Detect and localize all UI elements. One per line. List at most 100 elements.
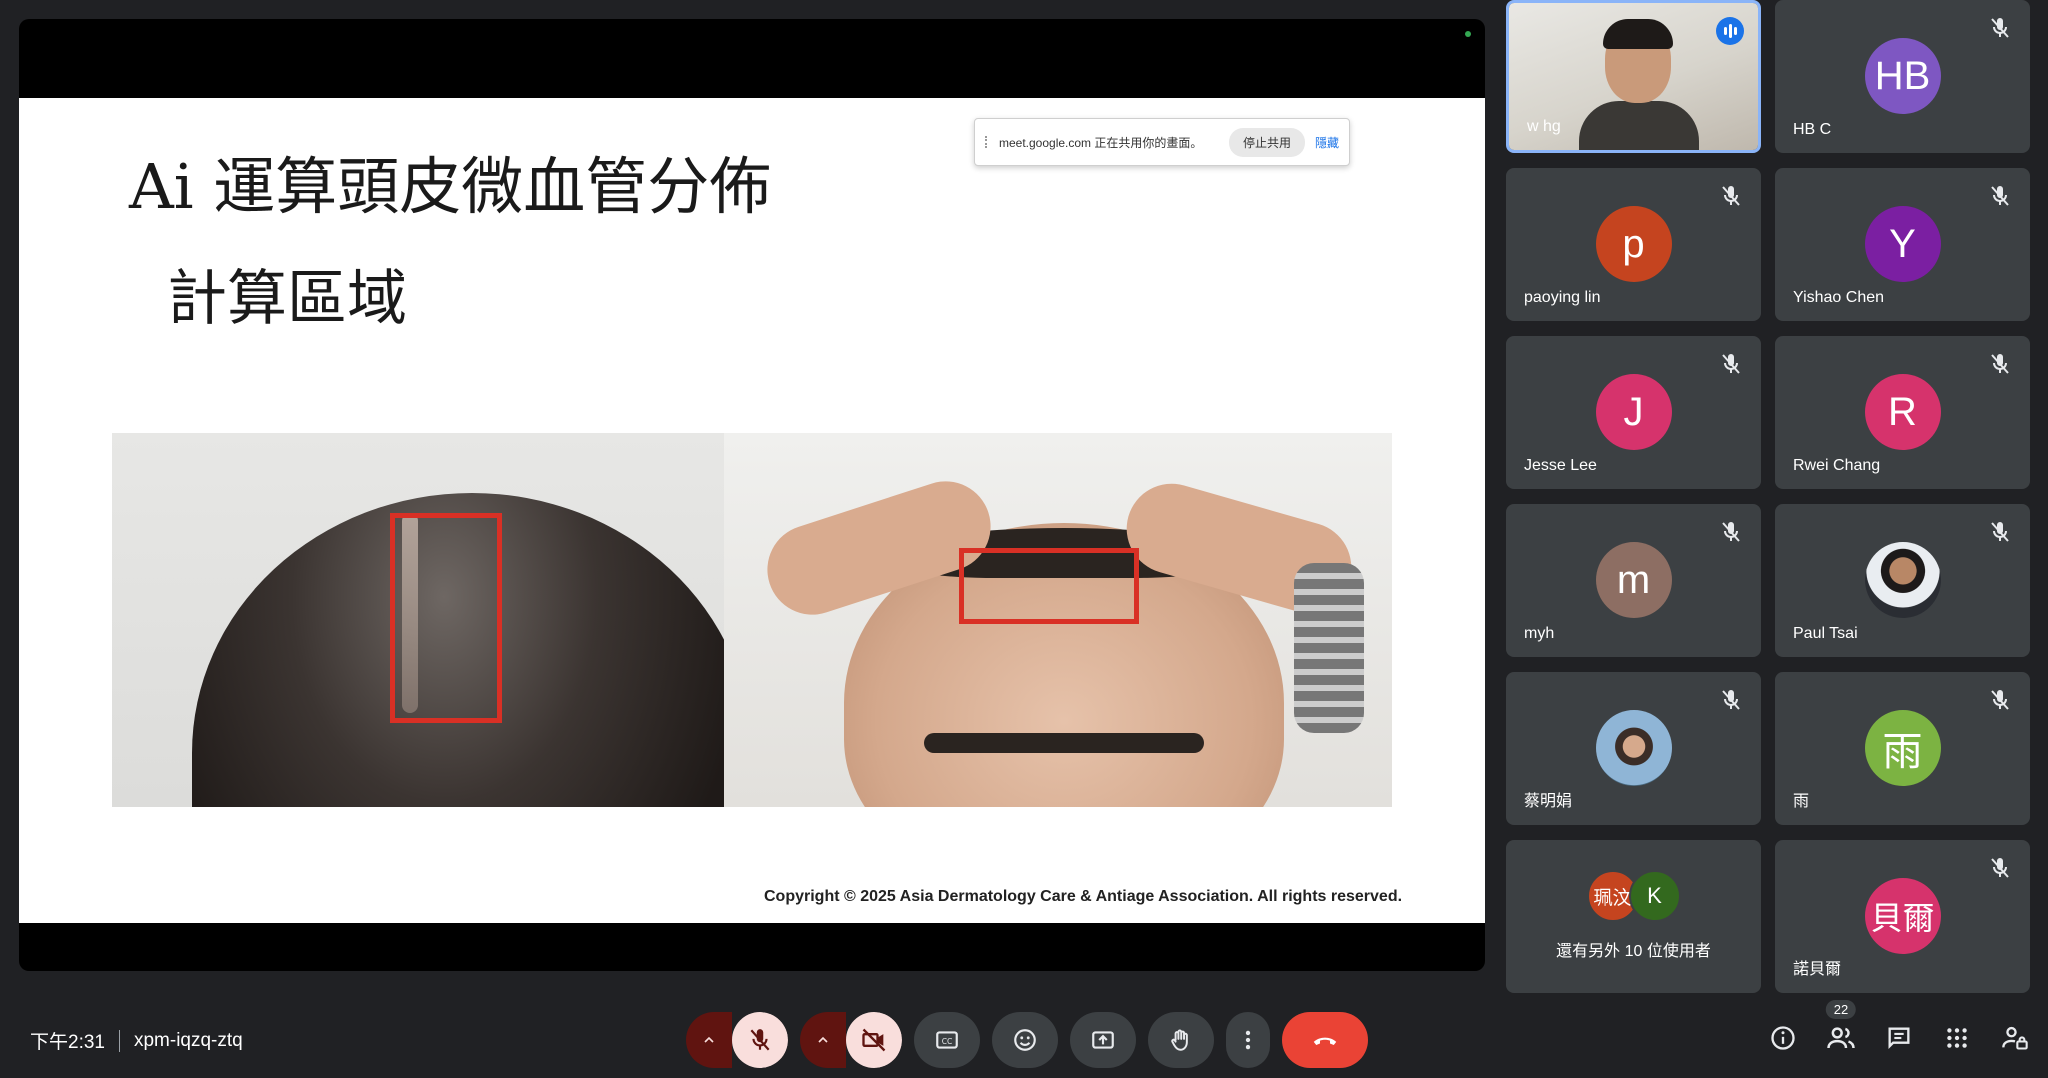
participant-name: Yishao Chen bbox=[1793, 289, 1885, 306]
more-options-button[interactable] bbox=[1226, 1012, 1270, 1068]
people-button[interactable]: 22 bbox=[1824, 1000, 1858, 1060]
participant-name: myh bbox=[1524, 625, 1555, 642]
chevron-up-icon bbox=[818, 1036, 828, 1043]
people-icon bbox=[1827, 1027, 1855, 1049]
more-participants-label: 還有另外 10 位使用者 bbox=[1556, 943, 1711, 960]
more-vert-icon bbox=[1245, 1030, 1251, 1050]
participant-name: 雨 bbox=[1793, 793, 1810, 810]
mic-off-icon bbox=[1991, 690, 2009, 710]
participant-tile[interactable]: Paul Tsai bbox=[1775, 504, 2030, 657]
closed-caption-icon: CC bbox=[936, 1031, 958, 1049]
scalp-top-photo bbox=[112, 433, 724, 807]
participant-tile[interactable]: 雨 雨 bbox=[1775, 672, 2030, 825]
mic-off-icon bbox=[1722, 186, 1740, 206]
avatar: J bbox=[1595, 374, 1672, 450]
participant-tile[interactable]: 蔡明娟 bbox=[1506, 672, 1761, 825]
participant-name: 諾貝爾 bbox=[1793, 961, 1842, 978]
drag-handle-icon[interactable] bbox=[985, 136, 989, 148]
avatar: Y bbox=[1864, 206, 1941, 282]
participant-tile[interactable]: R Rwei Chang bbox=[1775, 336, 2030, 489]
camera-control bbox=[800, 1012, 902, 1068]
forehead-photo bbox=[724, 433, 1392, 807]
present-screen-icon bbox=[1092, 1031, 1114, 1049]
svg-text:CC: CC bbox=[942, 1037, 953, 1046]
more-participants-tile[interactable]: 珮汶 K 還有另外 10 位使用者 bbox=[1506, 840, 1761, 993]
avatar bbox=[1595, 710, 1672, 786]
participant-name: w hg bbox=[1527, 118, 1561, 135]
mic-off-icon bbox=[1991, 858, 2009, 878]
slide-copyright: Copyright © 2025 Asia Dermatology Care &… bbox=[764, 888, 1403, 905]
participant-count-badge: 22 bbox=[1825, 1000, 1857, 1019]
participant-tile[interactable]: p paoying lin bbox=[1506, 168, 1761, 321]
participant-tile[interactable]: HB HB C bbox=[1775, 0, 2030, 153]
emoji-icon bbox=[1014, 1029, 1036, 1051]
mic-control bbox=[686, 1012, 788, 1068]
participant-tile[interactable]: Y Yishao Chen bbox=[1775, 168, 2030, 321]
avatar bbox=[1864, 542, 1941, 618]
info-icon bbox=[1771, 1026, 1795, 1050]
present-now-button[interactable] bbox=[1070, 1012, 1136, 1068]
captions-button[interactable]: CC bbox=[914, 1012, 980, 1068]
participant-name: Paul Tsai bbox=[1793, 625, 1858, 642]
participant-name: HB C bbox=[1793, 121, 1832, 138]
shared-slide: Ai 運算頭皮微血管分佈 計算區域 meet.google.com 正在共用你的… bbox=[19, 98, 1485, 923]
presentation-stage: Ai 運算頭皮微血管分佈 計算區域 meet.google.com 正在共用你的… bbox=[19, 19, 1485, 971]
stop-sharing-button[interactable]: 停止共用 bbox=[1228, 127, 1305, 157]
participant-tile[interactable]: 貝爾 諾貝爾 bbox=[1775, 840, 2030, 993]
lock-person-icon bbox=[2002, 1026, 2028, 1050]
avatar: K bbox=[1628, 870, 1681, 922]
participant-tile[interactable]: J Jesse Lee bbox=[1506, 336, 1761, 489]
participant-name: Rwei Chang bbox=[1793, 457, 1881, 474]
emoji-reaction-button[interactable] bbox=[992, 1012, 1058, 1068]
camera-toggle-button[interactable] bbox=[846, 1012, 902, 1068]
meeting-time: 下午2:31 bbox=[30, 1032, 105, 1053]
mic-off-icon bbox=[1991, 18, 2009, 38]
mini-avatars: 珮汶 K bbox=[1586, 870, 1681, 922]
avatar: HB bbox=[1864, 38, 1941, 114]
meeting-code[interactable]: xpm-iqzq-ztq bbox=[134, 1030, 243, 1052]
person-body bbox=[1579, 101, 1699, 150]
meeting-info: 下午2:31 xpm-iqzq-ztq bbox=[30, 1027, 243, 1054]
presenting-indicator bbox=[1465, 31, 1471, 37]
analysis-region-box bbox=[390, 513, 502, 723]
mic-off-icon bbox=[750, 1029, 770, 1051]
avatar: 雨 bbox=[1864, 710, 1941, 786]
participant-name: paoying lin bbox=[1524, 289, 1601, 306]
mic-off-icon bbox=[1991, 522, 2009, 542]
participant-tile[interactable]: w hg bbox=[1506, 0, 1761, 153]
call-end-icon bbox=[1313, 1037, 1337, 1045]
call-controls: CC bbox=[686, 1012, 1368, 1068]
person-hair bbox=[1603, 19, 1673, 49]
screen-share-banner: meet.google.com 正在共用你的畫面。 停止共用 隱藏 bbox=[974, 118, 1350, 166]
mic-off-icon bbox=[1722, 354, 1740, 374]
slide-title: Ai 運算頭皮微血管分佈 bbox=[129, 150, 772, 223]
slide-subtitle: 計算區域 bbox=[167, 264, 407, 334]
leave-call-button[interactable] bbox=[1282, 1012, 1368, 1068]
avatar: R bbox=[1864, 374, 1941, 450]
host-controls-button[interactable] bbox=[1998, 1016, 2032, 1060]
hide-banner-link[interactable]: 隱藏 bbox=[1315, 134, 1339, 151]
speaking-indicator-icon bbox=[1716, 17, 1744, 45]
videocam-off-icon bbox=[862, 1028, 886, 1052]
slide-photos bbox=[112, 433, 1392, 807]
audio-options-button[interactable] bbox=[686, 1012, 732, 1068]
chevron-up-icon bbox=[704, 1036, 714, 1043]
mic-off-icon bbox=[1991, 354, 2009, 374]
eyebrows-image bbox=[924, 733, 1204, 753]
raise-hand-button[interactable] bbox=[1148, 1012, 1214, 1068]
chat-button[interactable] bbox=[1882, 1016, 1916, 1060]
activities-button[interactable] bbox=[1940, 1016, 1974, 1060]
meeting-details-button[interactable] bbox=[1766, 1016, 1800, 1060]
video-options-button[interactable] bbox=[800, 1012, 846, 1068]
participant-name: Jesse Lee bbox=[1524, 457, 1597, 474]
mic-off-icon bbox=[1722, 522, 1740, 542]
avatar: m bbox=[1595, 542, 1672, 618]
apps-grid-icon bbox=[1947, 1028, 1967, 1048]
mic-off-icon bbox=[1991, 186, 2009, 206]
chat-icon bbox=[1888, 1027, 1910, 1049]
divider bbox=[118, 1029, 120, 1052]
mic-off-icon bbox=[1722, 690, 1740, 710]
mic-toggle-button[interactable] bbox=[732, 1012, 788, 1068]
side-panel-controls: 22 bbox=[1766, 1000, 2032, 1060]
participant-tile[interactable]: m myh bbox=[1506, 504, 1761, 657]
